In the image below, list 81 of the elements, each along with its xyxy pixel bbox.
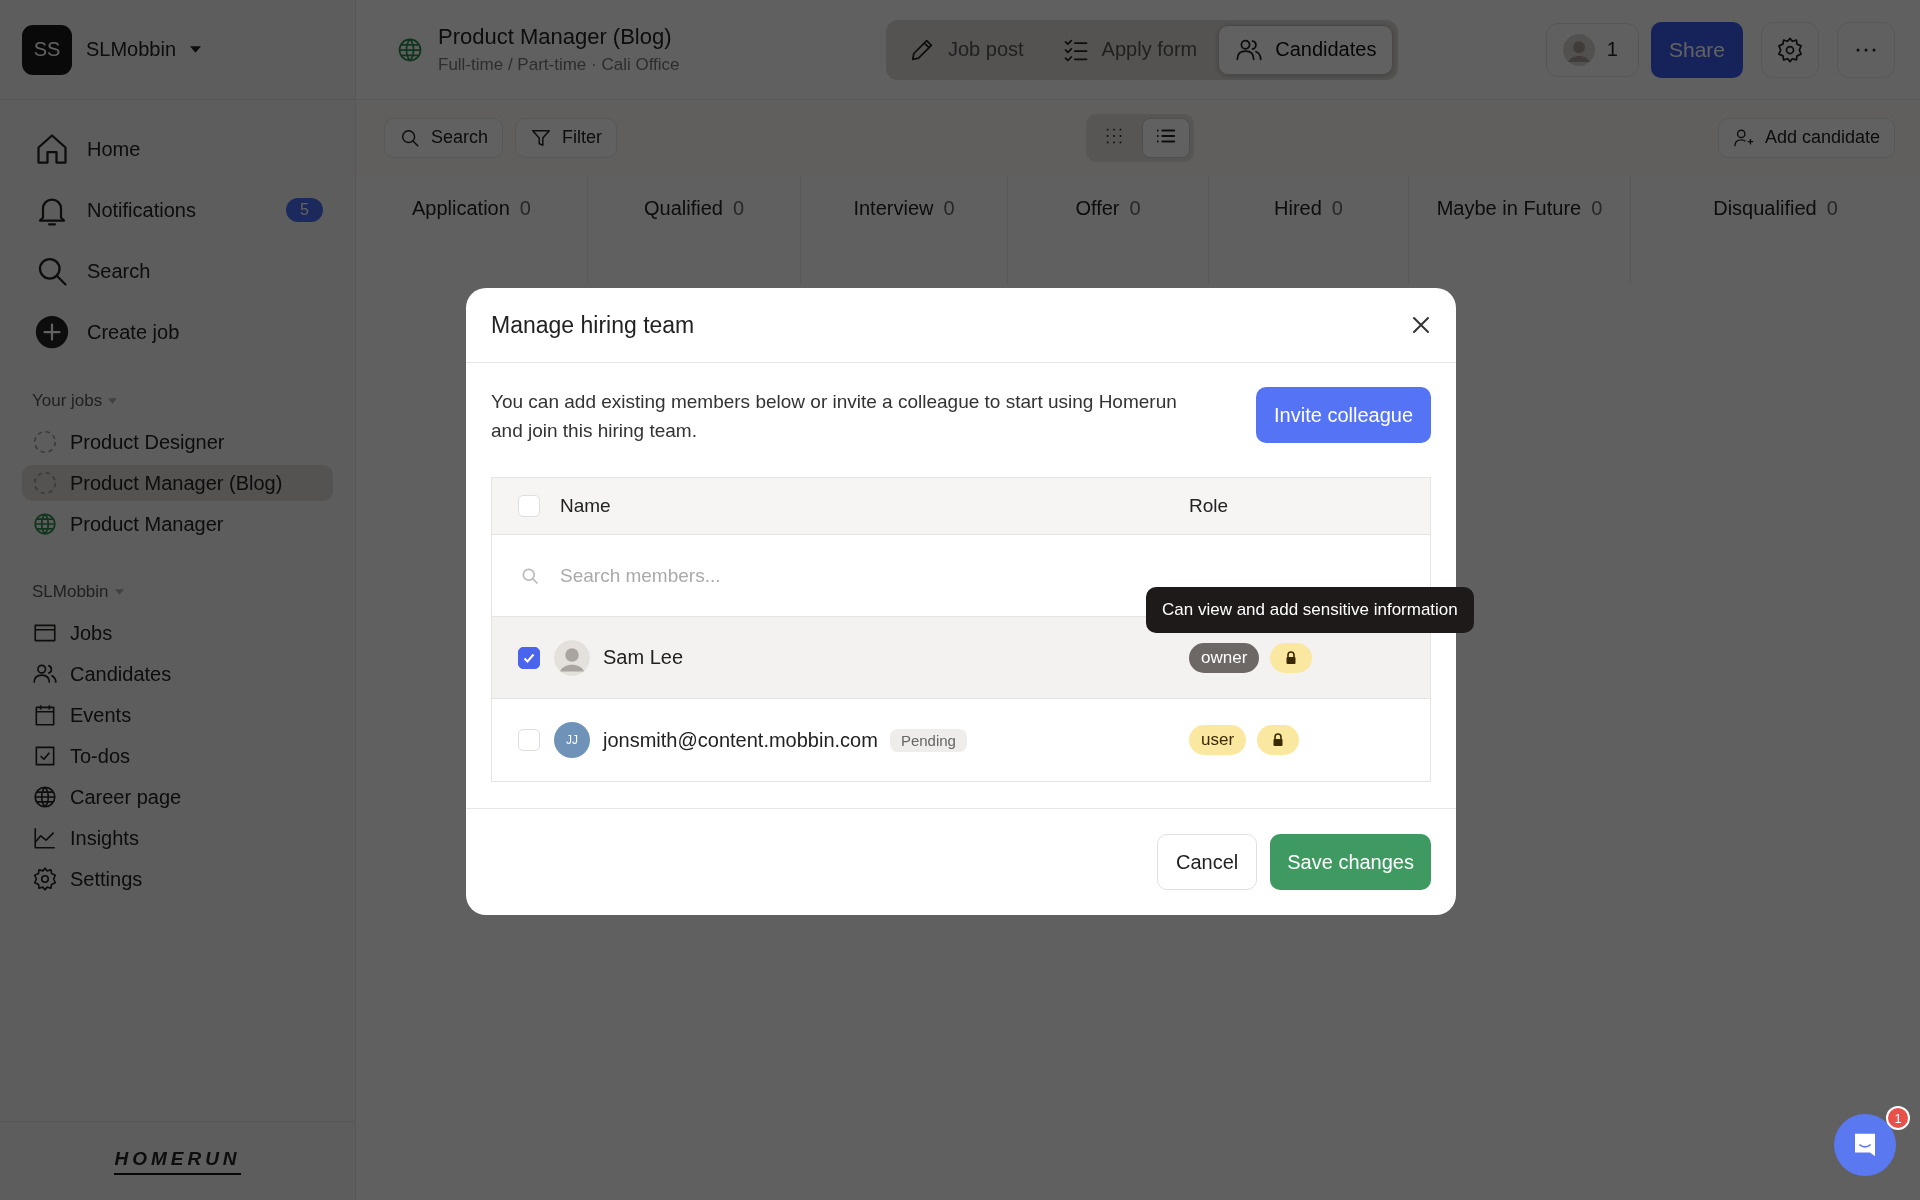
nav-item[interactable]: Create job (22, 313, 333, 351)
stage-heading: Maybe in Future (1436, 197, 1582, 221)
stage-count: 0 (519, 197, 531, 221)
stage-count: 0 (943, 197, 955, 221)
stage-count: 0 (1331, 197, 1343, 221)
role-badge[interactable]: user (1189, 725, 1247, 755)
stage-heading: Interview (853, 197, 934, 221)
section-heading[interactable]: Your jobs (32, 391, 103, 411)
stage-count: 0 (732, 197, 745, 221)
stage-count: 0 (1129, 197, 1141, 221)
close-icon[interactable] (1411, 315, 1431, 335)
dialog-title: Manage hiring team (491, 311, 695, 339)
notification-count: 5 (286, 198, 323, 222)
job-tab[interactable]: Candidates (1218, 24, 1394, 75)
lock-badge[interactable] (1257, 725, 1300, 755)
job-item[interactable]: Product Manager (Blog) (22, 465, 333, 501)
line-chart-icon (32, 825, 58, 851)
stage-heading: Qualified (643, 197, 723, 221)
sidebar-item[interactable]: Insights (22, 820, 333, 856)
avatar-icon (1562, 33, 1595, 66)
stage-heading: Offer (1075, 197, 1120, 221)
dialog-description: You can add existing members below or invite a colleague to start using Homerun and join this hiring team. (491, 390, 1178, 443)
notification-count: 1 (1886, 1106, 1910, 1130)
stage-heading: Disqualified (1713, 197, 1817, 221)
sidebar-item[interactable]: Career page (22, 779, 333, 815)
caret-icon (108, 398, 118, 404)
job-item[interactable]: Product Designer (22, 424, 333, 460)
stage-count: 0 (1591, 197, 1603, 221)
team-button[interactable]: 1 (1545, 22, 1639, 77)
settings-button[interactable] (1761, 21, 1819, 78)
gear-icon (1776, 35, 1804, 64)
globe-icon (32, 511, 58, 537)
house-icon (34, 131, 70, 167)
avatar-icon (554, 639, 590, 676)
invite-colleague-button[interactable]: Invite colleague (1256, 387, 1431, 443)
caret-icon (190, 46, 202, 53)
job-title: Product Manager (Blog) (438, 24, 673, 50)
save-changes-button[interactable]: Save changes (1270, 834, 1431, 890)
status-badge: Pending (889, 728, 967, 752)
gear-icon (32, 866, 58, 892)
view-toggle[interactable] (1141, 117, 1190, 158)
sidebar-item[interactable]: Candidates (22, 656, 333, 692)
member-row[interactable]: Sam Lee owner (492, 617, 1430, 699)
column-header: Role (1189, 495, 1230, 517)
homerun-logo: HOMERUN (114, 1147, 241, 1175)
workspace-name[interactable]: SLMobbin (86, 38, 177, 61)
member-name: jonsmith@content.mobbin.com (603, 728, 878, 752)
filter-button[interactable]: Filter (515, 117, 618, 158)
sidebar-item[interactable]: To-dos (22, 738, 333, 774)
cancel-button[interactable]: Cancel (1156, 834, 1258, 890)
role-badge[interactable]: owner (1189, 642, 1260, 673)
member-checkbox[interactable] (518, 646, 540, 669)
sidebar-item[interactable]: Jobs (22, 615, 333, 651)
section-heading[interactable]: SLMobbin (32, 582, 109, 602)
member-search-field[interactable]: Search members... (558, 563, 1402, 588)
member-name: Sam Lee (603, 646, 684, 669)
select-all-checkbox[interactable] (518, 495, 540, 517)
search-button[interactable]: Search (384, 117, 504, 158)
lock-badge[interactable] (1270, 642, 1313, 673)
tooltip: Can view and add sensitive information (1146, 587, 1474, 633)
nav-item[interactable]: Notifications 5 (22, 191, 333, 229)
stage-count: 0 (1826, 197, 1838, 221)
dashed-circle-icon (32, 429, 58, 455)
caret-icon (114, 589, 124, 595)
stage-heading: Hired (1274, 197, 1322, 221)
sidebar-item[interactable]: Settings (22, 861, 333, 897)
nav-item[interactable]: Search (22, 252, 333, 290)
share-button[interactable]: Share (1650, 21, 1743, 78)
globe-icon (32, 784, 58, 810)
nav-item[interactable]: Home (22, 130, 333, 168)
workspace-avatar[interactable]: SS (22, 24, 72, 75)
more-icon (1855, 47, 1877, 52)
plus-circle-icon (34, 314, 70, 350)
member-row[interactable]: JJ jonsmith@content.mobbin.com Pending user (492, 699, 1430, 781)
column-header: Name (560, 495, 612, 517)
avatar-initials: JJ (554, 722, 590, 758)
stage-heading: Application (412, 197, 510, 221)
add-candidate-button[interactable]: Add candidate (1717, 117, 1895, 158)
job-item[interactable]: Product Manager (22, 506, 333, 542)
dashed-circle-icon (32, 470, 58, 496)
sidebar-item[interactable]: Events (22, 697, 333, 733)
